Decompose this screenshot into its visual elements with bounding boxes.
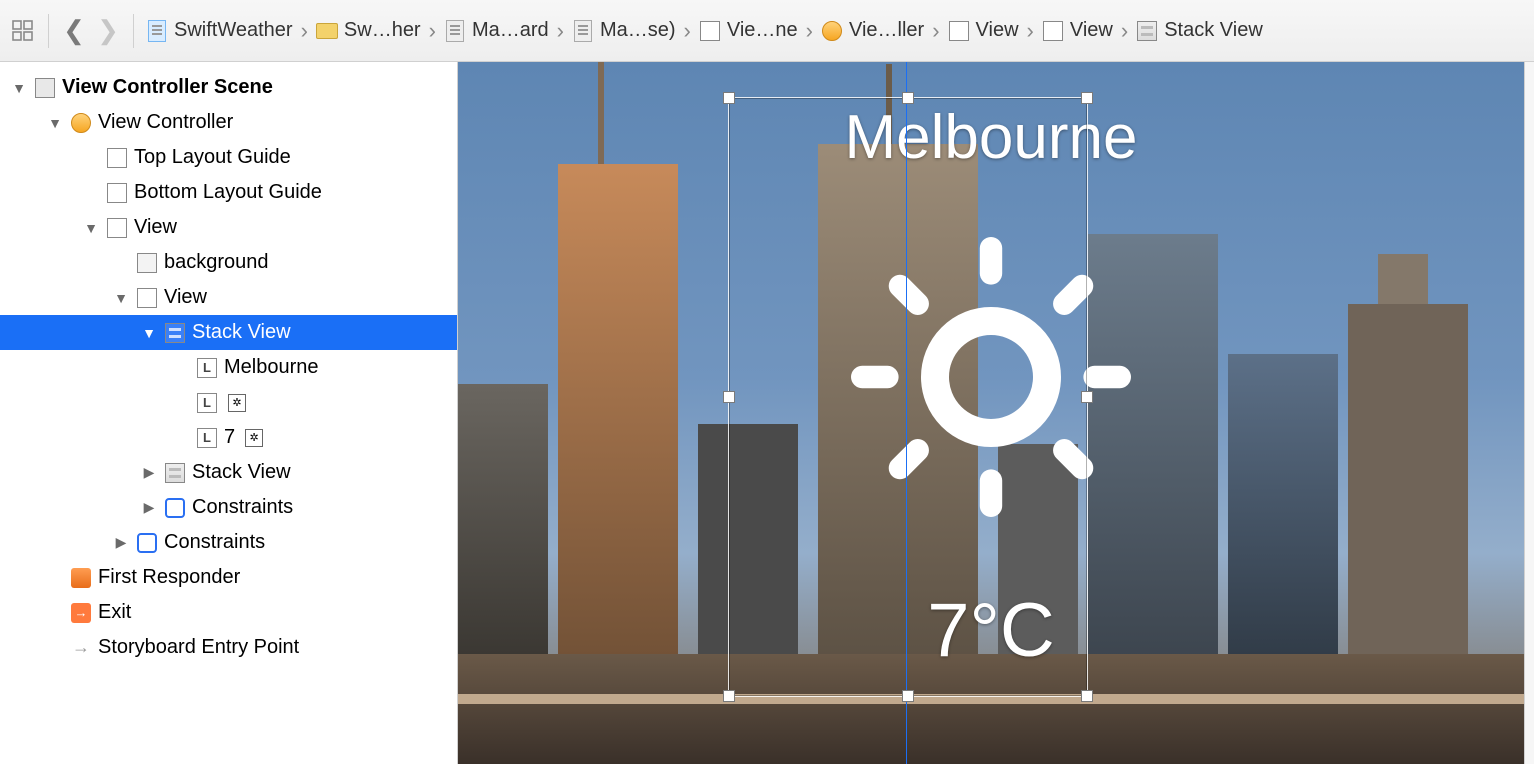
- forward-button[interactable]: ❯: [93, 16, 123, 46]
- outline-background[interactable]: background: [0, 245, 457, 280]
- outline-stackview-selected[interactable]: ▼ Stack View: [0, 315, 457, 350]
- glyph-icon: ✲: [245, 429, 263, 447]
- breadcrumb-label: Vie…ne: [727, 19, 798, 42]
- separator: [133, 14, 134, 48]
- outline-first-responder[interactable]: First Responder: [0, 560, 457, 595]
- outline-label-icon[interactable]: L ✲: [0, 385, 457, 420]
- label-icon: L: [197, 428, 217, 448]
- file-icon: [574, 20, 592, 42]
- disclosure-triangle-icon[interactable]: ▶: [140, 464, 158, 481]
- view-icon: [107, 218, 127, 238]
- interface-builder-canvas[interactable]: Melbourne 7°C: [458, 62, 1524, 764]
- guide-icon: [107, 183, 127, 203]
- breadcrumb-label: Sw…her: [344, 19, 421, 42]
- project-icon: [148, 20, 166, 42]
- chevron-right-icon: ›: [555, 18, 566, 44]
- constraints-icon: [165, 498, 185, 518]
- outline-exit[interactable]: Exit: [0, 595, 457, 630]
- breadcrumb-project[interactable]: SwiftWeather: [144, 19, 295, 42]
- disclosure-triangle-icon[interactable]: ▼: [140, 325, 158, 341]
- folder-icon: [316, 23, 338, 39]
- document-outline: ▼ View Controller Scene ▼ View Controlle…: [0, 62, 458, 764]
- breadcrumb-folder[interactable]: Sw…her: [314, 19, 423, 42]
- breadcrumb-stackview[interactable]: Stack View: [1134, 19, 1265, 42]
- first-responder-icon: [71, 568, 91, 588]
- jump-bar: ❮ ❯ SwiftWeather › Sw…her › Ma…ard › Ma……: [0, 0, 1534, 62]
- breadcrumb-view[interactable]: View: [946, 19, 1021, 42]
- breadcrumb-viewcontroller[interactable]: Vie…ller: [819, 19, 926, 42]
- back-button[interactable]: ❮: [59, 16, 89, 46]
- viewcontroller-icon: [822, 21, 842, 41]
- outline-scene[interactable]: ▼ View Controller Scene: [0, 70, 457, 105]
- file-icon: [446, 20, 464, 42]
- outline-top-layout-guide[interactable]: Top Layout Guide: [0, 140, 457, 175]
- breadcrumb-label: Stack View: [1164, 19, 1263, 42]
- outline-label-temperature[interactable]: L 7 ✲: [0, 420, 457, 455]
- chevron-right-icon: ›: [804, 18, 815, 44]
- disclosure-triangle-icon[interactable]: ▼: [112, 290, 130, 306]
- disclosure-triangle-icon[interactable]: ▼: [10, 80, 28, 96]
- breadcrumb-label: View: [976, 19, 1019, 42]
- chevron-right-icon: ›: [930, 18, 941, 44]
- disclosure-triangle-icon[interactable]: ▶: [112, 534, 130, 551]
- exit-icon: [71, 603, 91, 623]
- disclosure-triangle-icon[interactable]: ▼: [82, 220, 100, 236]
- label-icon: L: [197, 393, 217, 413]
- outline-bottom-layout-guide[interactable]: Bottom Layout Guide: [0, 175, 457, 210]
- outline-view[interactable]: ▼ View: [0, 280, 457, 315]
- breadcrumb-label: View: [1070, 19, 1113, 42]
- stackview-icon: [1137, 21, 1157, 41]
- constraints-icon: [137, 533, 157, 553]
- resize-handle[interactable]: [723, 690, 735, 702]
- breadcrumb-label: SwiftWeather: [174, 19, 293, 42]
- view-icon: [137, 288, 157, 308]
- outline-view[interactable]: ▼ View: [0, 210, 457, 245]
- resize-handle[interactable]: [1081, 690, 1093, 702]
- resize-handle[interactable]: [1081, 92, 1093, 104]
- scene-icon: [700, 21, 720, 41]
- arrow-right-icon: →: [71, 638, 91, 658]
- viewcontroller-icon: [71, 113, 91, 133]
- disclosure-triangle-icon[interactable]: ▼: [46, 115, 64, 131]
- breadcrumb-scene[interactable]: Vie…ne: [697, 19, 800, 42]
- stackview-icon: [165, 463, 185, 483]
- scene-icon: [35, 78, 55, 98]
- breadcrumb-label: Vie…ller: [849, 19, 924, 42]
- outline-constraints[interactable]: ▶ Constraints: [0, 490, 457, 525]
- breadcrumb-base[interactable]: Ma…se): [570, 19, 678, 42]
- resize-handle[interactable]: [1081, 391, 1093, 403]
- outline-stackview[interactable]: ▶ Stack View: [0, 455, 457, 490]
- resize-handle[interactable]: [723, 391, 735, 403]
- chevron-right-icon: ›: [682, 18, 693, 44]
- outline-entry-point[interactable]: → Storyboard Entry Point: [0, 630, 457, 665]
- stackview-icon: [165, 323, 185, 343]
- view-icon: [949, 21, 969, 41]
- chevron-right-icon: ›: [427, 18, 438, 44]
- selection-box[interactable]: [728, 97, 1088, 697]
- outline-label-melbourne[interactable]: L Melbourne: [0, 350, 457, 385]
- guide-icon: [107, 148, 127, 168]
- outline-constraints[interactable]: ▶ Constraints: [0, 525, 457, 560]
- resize-handle[interactable]: [723, 92, 735, 104]
- imageview-icon: [137, 253, 157, 273]
- glyph-icon: ✲: [228, 394, 246, 412]
- disclosure-triangle-icon[interactable]: ▶: [140, 499, 158, 516]
- inspector-edge: [1524, 62, 1534, 764]
- resize-handle[interactable]: [902, 92, 914, 104]
- view-icon: [1043, 21, 1063, 41]
- outline-viewcontroller[interactable]: ▼ View Controller: [0, 105, 457, 140]
- breadcrumb-view[interactable]: View: [1040, 19, 1115, 42]
- label-icon: L: [197, 358, 217, 378]
- breadcrumb-storyboard[interactable]: Ma…ard: [442, 19, 551, 42]
- chevron-right-icon: ›: [299, 18, 310, 44]
- resize-handle[interactable]: [902, 690, 914, 702]
- chevron-right-icon: ›: [1025, 18, 1036, 44]
- breadcrumb-label: Ma…ard: [472, 19, 549, 42]
- separator: [48, 14, 49, 48]
- breadcrumb-label: Ma…se): [600, 19, 676, 42]
- chevron-right-icon: ›: [1119, 18, 1130, 44]
- related-items-icon[interactable]: [8, 16, 38, 46]
